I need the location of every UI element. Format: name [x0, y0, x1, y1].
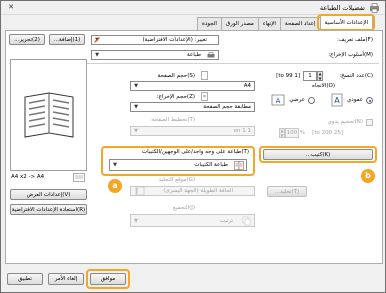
binding-dropdown[interactable]: الحافة الطويلة (الجهة اليسرى)	[130, 186, 255, 196]
pencil-icon	[94, 37, 100, 43]
svg-text:A: A	[334, 96, 340, 105]
add-profile-button[interactable]: (1)إضافة...	[49, 34, 85, 45]
chevron-down-icon: ▼	[131, 215, 141, 226]
window-controls: ✕	[5, 3, 18, 13]
manual-scaling-unit: %	[299, 130, 305, 136]
tab-paper-source[interactable]: مصدر الورق	[220, 17, 259, 30]
output-page-icon	[201, 92, 208, 101]
restore-defaults-button[interactable]: (R)استعادة الإعدادات الافتراضية	[10, 204, 87, 215]
settings-summary-icon[interactable]	[73, 173, 85, 182]
output-size-label: (Z)حجم الإخراج:	[156, 94, 195, 100]
edit-profile-button[interactable]: (2)تحرير...	[9, 34, 45, 45]
chevron-down-icon: ▼	[131, 82, 141, 90]
paper-size-dropdown[interactable]: ▼ A4	[130, 81, 255, 91]
print-style-label: (T)طباعة على وجه واحد/على الوجهين/الكتيب…	[141, 149, 249, 155]
booklet-preview-image	[24, 92, 74, 138]
copies-range: [1 to 99]	[276, 73, 300, 79]
tab-finishing[interactable]: الإنهاء	[257, 17, 281, 30]
preview-caption: A4 x2 -> A4	[11, 174, 45, 180]
copies-label: (C)عدد النسخ:	[339, 73, 373, 79]
manual-scaling-spin-arrows[interactable]: ▲ ▼	[279, 128, 285, 138]
profile-label: (F)ملف تعريف:	[337, 37, 373, 43]
output-method-dropdown[interactable]: ▼ طباعة	[91, 50, 219, 60]
title-bar: تفضيلات الطباعة ✕	[1, 1, 385, 15]
manual-scaling-label: (N)تحجيم يدوي	[327, 119, 363, 125]
printer-icon	[370, 3, 379, 13]
landscape-icon: A	[271, 94, 285, 106]
tab-page-setup[interactable]: إعداد الصفحة	[279, 17, 321, 30]
binding-icon	[135, 186, 145, 196]
chevron-down-icon: ▼	[131, 103, 141, 111]
copies-spin-arrows[interactable]: ▲ ▼	[317, 71, 323, 81]
binding-button[interactable]: (T)تجليد...	[267, 186, 307, 197]
cancel-button[interactable]: إلغاء الأمر	[48, 273, 84, 285]
page-layout-label: (T)تخطيط الصفحة:	[149, 117, 195, 123]
close-icon[interactable]: ✕	[5, 3, 17, 13]
landscape-label: عرضي	[289, 97, 305, 103]
collate-icon	[242, 216, 251, 226]
manual-scaling-range: [25 to 200]	[312, 130, 343, 136]
copies-input[interactable]: 1	[303, 71, 317, 81]
booklet-button[interactable]: (K)كتيب...	[263, 149, 373, 160]
portrait-icon: A	[331, 93, 343, 107]
ok-button[interactable]: موافق	[90, 273, 126, 285]
apply-button[interactable]: تطبيق	[7, 273, 43, 285]
paper-size-label: (S)حجم الصفحة	[157, 73, 195, 79]
profile-dropdown[interactable]: ▼ تغيير: (الإعدادات الافتراضية)	[91, 35, 219, 45]
print-style-dropdown[interactable]: ▼ طباعة الكتيبات	[109, 159, 247, 171]
orientation-label: (O)الاتجاه	[312, 83, 335, 89]
view-settings-button[interactable]: (V)إعدادات العرض	[10, 189, 87, 200]
page-icon	[201, 71, 208, 80]
callout-b: b	[361, 169, 375, 183]
tab-quality[interactable]: الجودة	[196, 17, 222, 30]
chevron-down-icon: ▼	[92, 51, 102, 59]
manual-scaling-checkbox[interactable]	[366, 119, 373, 126]
page-layout-dropdown[interactable]: ▼ 1 on 1	[130, 126, 255, 136]
preview-pane	[10, 59, 87, 171]
booklet-icon	[234, 161, 244, 170]
finishing-label: (J)التجميع	[172, 205, 195, 211]
portrait-radio[interactable]	[366, 97, 373, 104]
chevron-down-icon: ▼	[110, 160, 120, 170]
window-title: تفضيلات الطباعة	[319, 4, 365, 12]
svg-text:A: A	[276, 97, 281, 105]
printer-icon	[207, 52, 215, 58]
callout-a: a	[108, 179, 122, 193]
output-method-label: (M)أسلوب الإخراج:	[328, 52, 373, 58]
portrait-label: عمودي	[346, 97, 363, 103]
landscape-radio[interactable]	[308, 97, 315, 104]
manual-scaling-input[interactable]: 100	[285, 128, 299, 138]
binding-label: (G)موقع التجليد	[158, 177, 195, 183]
finishing-dropdown[interactable]: ▼ ترتيب	[130, 214, 255, 227]
chevron-down-icon: ▼	[131, 127, 141, 135]
print-preferences-dialog: تفضيلات الطباعة ✕ الإعدادات الأساسية إعد…	[0, 0, 386, 293]
highlight-basic-tab	[317, 14, 375, 31]
output-size-dropdown[interactable]: ▼ مطابقة حجم الصفحة	[130, 102, 255, 112]
